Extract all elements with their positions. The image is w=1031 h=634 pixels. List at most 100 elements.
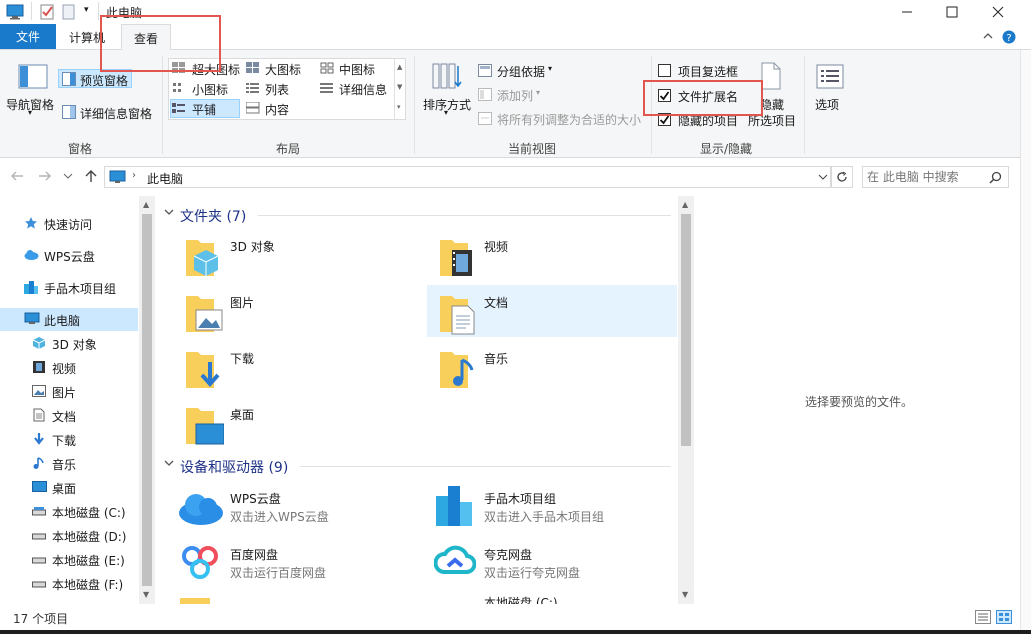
folder-desktop-icon — [184, 404, 224, 448]
fit-columns-button[interactable]: 将所有列调整为合适的大小 — [478, 110, 646, 128]
content-scrollbar[interactable]: ▲ ▼ — [678, 196, 694, 604]
new-folder-icon[interactable] — [62, 4, 76, 20]
scroll-down-icon[interactable]: ▼ — [143, 590, 149, 599]
preview-pane-label: 预览窗格 — [80, 74, 129, 88]
properties-icon[interactable] — [40, 4, 55, 20]
maximize-button[interactable] — [929, 0, 975, 24]
breadcrumb-path[interactable]: 此电脑 — [147, 170, 183, 187]
group-by-icon — [478, 64, 492, 77]
sort-by-button[interactable]: 排序方式 ▾ — [420, 58, 474, 124]
device-team[interactable]: 手品木项目组 双击进入手品木项目组 — [430, 484, 670, 530]
layout-large-icons[interactable]: 大图标 — [246, 60, 312, 78]
folder-documents[interactable]: 文档 — [434, 288, 674, 338]
add-columns-button[interactable]: 添加列 ▾ — [478, 86, 548, 104]
nav-scrollbar[interactable]: ▲ ▼ — [139, 196, 155, 604]
nav-scroll-thumb[interactable] — [142, 214, 152, 586]
details-pane-button[interactable]: 详细信息窗格 — [60, 102, 156, 122]
hidden-items-checkbox[interactable] — [658, 113, 671, 126]
folder-name: 视频 — [484, 240, 509, 254]
group-label-panes: 窗格 — [67, 142, 92, 156]
folder-documents-icon — [438, 292, 478, 336]
layout-label: 内容 — [265, 103, 290, 117]
nav-label: 本地磁盘 (D:) — [52, 530, 127, 544]
nav-pane-button[interactable]: 导航窗格 ▾ — [6, 60, 58, 122]
search-input[interactable] — [867, 169, 985, 185]
collapse-ribbon-icon[interactable] — [982, 31, 994, 41]
hidden-items-option[interactable]: 隐藏的项目 — [657, 111, 757, 129]
folder-pictures[interactable]: 图片 — [180, 288, 420, 338]
search-icon[interactable] — [989, 171, 1002, 184]
help-icon[interactable]: ? — [1002, 30, 1016, 44]
folder-3d-objects[interactable]: 3D 对象 — [180, 232, 420, 282]
search-box[interactable] — [862, 166, 1009, 188]
layout-details[interactable]: 详细信息 — [320, 80, 392, 98]
large-icons-view-icon[interactable] — [996, 610, 1012, 624]
drive-icon — [32, 529, 46, 541]
collapse-devices-icon[interactable] — [163, 457, 177, 471]
layout-label: 大图标 — [265, 63, 302, 77]
customize-toolbar-icon[interactable]: ▾ — [84, 5, 89, 15]
tab-view[interactable]: 查看 — [121, 24, 171, 51]
back-icon[interactable] — [10, 170, 24, 182]
details-icon — [320, 82, 334, 94]
collapse-folders-icon[interactable] — [163, 206, 177, 220]
device-wps-cloud[interactable]: WPS云盘 双击进入WPS云盘 — [176, 484, 416, 530]
chevron-down-icon: ▾ — [28, 108, 33, 117]
nav-label: 本地磁盘 (C:) — [52, 506, 126, 520]
device-baidu-netdisk[interactable]: 百度网盘 双击运行百度网盘 — [176, 540, 416, 586]
expand-gallery-icon[interactable]: ▾ — [397, 103, 401, 111]
devices-section-header[interactable]: 设备和驱动器 (9) — [180, 457, 288, 477]
scroll-up-icon[interactable]: ▲ — [143, 200, 149, 209]
layout-gallery-scroll[interactable]: ▲ ▼ ▾ — [394, 59, 405, 119]
tab-file[interactable]: 文件 — [0, 24, 56, 49]
layout-small-icons[interactable]: 小图标 — [172, 80, 238, 98]
item-checkboxes-option[interactable]: 项目复选框 — [657, 62, 757, 80]
preview-pane-button[interactable]: 预览窗格 — [58, 69, 132, 88]
close-button[interactable] — [975, 0, 1021, 24]
layout-content[interactable]: 内容 — [246, 100, 312, 118]
nav-label: 图片 — [52, 386, 77, 400]
team-icon — [24, 280, 38, 294]
item-checkboxes-checkbox[interactable] — [658, 64, 671, 77]
list-icon — [246, 82, 260, 94]
group-by-button[interactable]: 分组依据 ▾ — [478, 62, 558, 80]
folder-videos[interactable]: 视频 — [434, 232, 674, 282]
up-icon[interactable] — [84, 169, 98, 183]
minimize-button[interactable] — [884, 0, 930, 24]
scroll-down-icon[interactable]: ▼ — [682, 590, 688, 599]
svg-text:?: ? — [1006, 33, 1011, 44]
options-label: 选项 — [815, 98, 840, 112]
folders-section-header[interactable]: 文件夹 (7) — [180, 206, 246, 226]
hide-selected-button[interactable]: 隐藏 所选项目 — [748, 60, 798, 130]
folder-desktop[interactable]: 桌面 — [180, 400, 420, 450]
details-view-icon[interactable] — [975, 610, 991, 624]
layout-tiles[interactable]: 平铺 — [172, 100, 238, 118]
scroll-up-icon[interactable]: ▲ — [397, 63, 402, 71]
window-edge — [1020, 50, 1031, 634]
divider — [258, 215, 671, 216]
layout-medium-icons[interactable]: 中图标 — [320, 60, 390, 78]
extra-large-icons-icon — [172, 62, 186, 74]
folder-music[interactable]: 音乐 — [434, 344, 674, 394]
layout-list[interactable]: 列表 — [246, 80, 312, 98]
folder-downloads[interactable]: 下载 — [180, 344, 420, 394]
breadcrumb-separator-icon[interactable]: › — [132, 170, 136, 181]
options-button[interactable]: 选项 — [810, 60, 850, 116]
computer-icon — [109, 170, 126, 184]
device-quark-netdisk[interactable]: 夸克网盘 双击运行夸克网盘 — [430, 540, 670, 586]
nav-label: 3D 对象 — [52, 338, 97, 352]
content-scroll-thumb[interactable] — [681, 214, 691, 446]
device-drive-c[interactable]: 本地磁盘 (C:) — [430, 594, 670, 604]
scroll-down-icon[interactable]: ▼ — [397, 83, 402, 91]
forward-icon[interactable] — [38, 170, 52, 182]
refresh-button[interactable] — [831, 166, 853, 188]
scroll-up-icon[interactable]: ▲ — [682, 200, 688, 209]
address-bar[interactable]: › 此电脑 — [104, 166, 831, 188]
taskbar-edge — [0, 630, 1031, 634]
address-dropdown-icon[interactable] — [818, 173, 828, 181]
layout-extra-large-icons[interactable]: 超大图标 — [172, 60, 242, 78]
recent-locations-icon[interactable] — [63, 172, 73, 180]
file-extensions-checkbox[interactable] — [658, 89, 671, 102]
tab-computer[interactable]: 计算机 — [60, 24, 114, 50]
file-extensions-option[interactable]: 文件扩展名 — [657, 87, 757, 105]
